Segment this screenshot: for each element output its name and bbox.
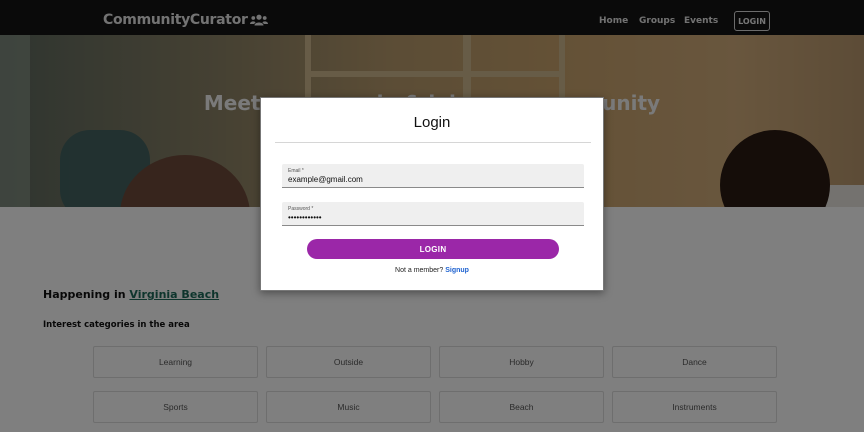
signup-row: Not a member? Signup [261, 267, 603, 274]
email-label: Email * [288, 168, 304, 174]
password-label: Password * [288, 206, 314, 212]
modal-divider [275, 142, 591, 143]
password-field[interactable]: Password * •••••••••••• [282, 202, 584, 226]
not-member-text: Not a member? [395, 267, 444, 274]
email-value: example@gmail.com [288, 175, 363, 184]
password-value: •••••••••••• [288, 213, 322, 222]
signup-link[interactable]: Signup [445, 267, 469, 274]
email-field[interactable]: Email * example@gmail.com [282, 164, 584, 188]
login-button[interactable]: LOGIN [307, 239, 559, 259]
modal-title: Login [413, 114, 451, 131]
login-modal: Login Email * example@gmail.com Password… [260, 97, 604, 291]
